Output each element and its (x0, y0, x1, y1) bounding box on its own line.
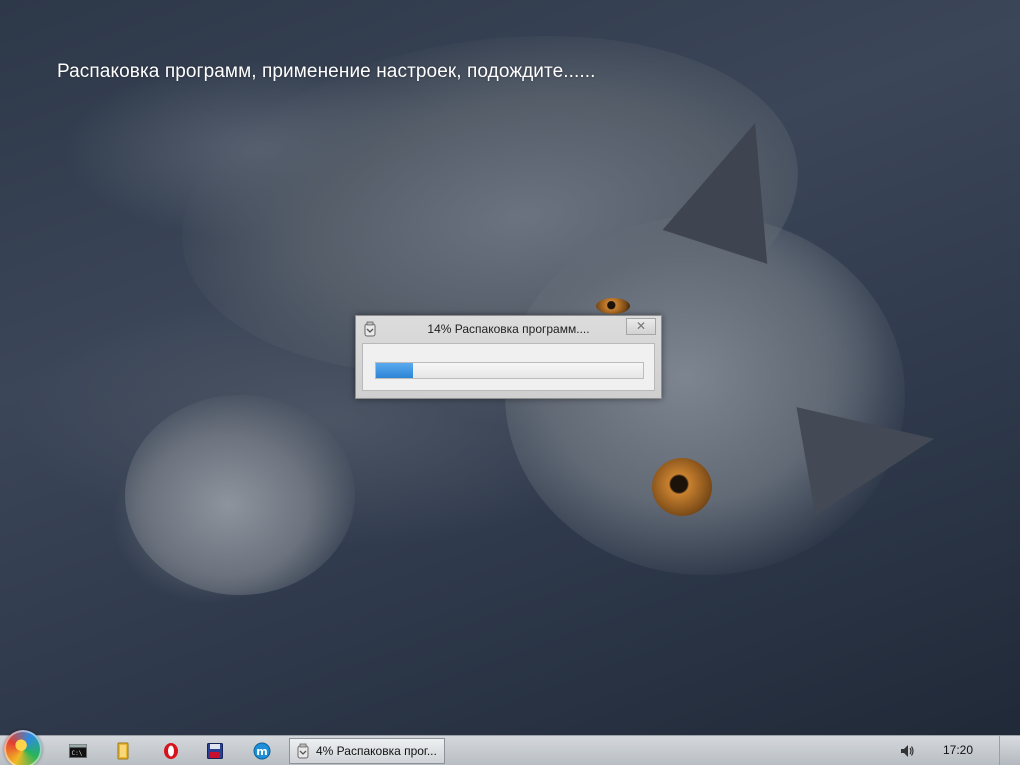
close-icon: ✕ (635, 319, 647, 333)
taskbar-pinned-media[interactable]: m (251, 740, 273, 762)
svg-text:m: m (256, 745, 267, 758)
taskbar-pinned-cmd[interactable]: C:\ (67, 740, 89, 762)
progress-bar-fill (376, 363, 414, 378)
progress-dialog: 14% Распаковка программ.... ✕ (355, 315, 662, 399)
taskbar-task-label: 4% Распаковка прог... (316, 744, 437, 758)
folder-icon (117, 742, 129, 760)
volume-icon[interactable] (899, 743, 915, 759)
taskbar-task-installer[interactable]: 4% Распаковка прог... (289, 738, 445, 764)
wallpaper-cat-eye (596, 298, 630, 314)
dialog-content (362, 343, 655, 391)
svg-text:C:\: C:\ (72, 750, 83, 757)
wallpaper-cat-eye (652, 458, 712, 516)
taskbar-pinned-opera[interactable] (160, 740, 182, 762)
dialog-close-button[interactable]: ✕ (626, 318, 656, 335)
setup-status-message: Распаковка программ, применение настроек… (57, 61, 596, 82)
taskbar: C:\ m 4% Распаковка прог... 17:20 (0, 730, 1020, 765)
taskbar-pinned-save[interactable] (204, 740, 226, 762)
dialog-title: 14% Распаковка программ.... (427, 322, 590, 336)
taskbar-pinned-explorer[interactable] (112, 740, 134, 762)
dialog-titlebar[interactable]: 14% Распаковка программ.... ✕ (356, 316, 661, 342)
wallpaper-cat-paw (125, 395, 355, 595)
opera-icon (164, 743, 178, 759)
media-app-icon: m (253, 742, 271, 760)
cmd-icon: C:\ (69, 744, 87, 758)
desktop: Распаковка программ, применение настроек… (0, 0, 1020, 765)
installer-icon (297, 743, 309, 759)
floppy-disk-icon (207, 743, 223, 759)
wallpaper-cat-ear (796, 384, 944, 516)
start-button[interactable] (4, 730, 42, 765)
progress-bar (375, 362, 644, 379)
show-desktop-button[interactable] (999, 736, 1020, 765)
taskbar-clock[interactable]: 17:20 (943, 743, 973, 757)
